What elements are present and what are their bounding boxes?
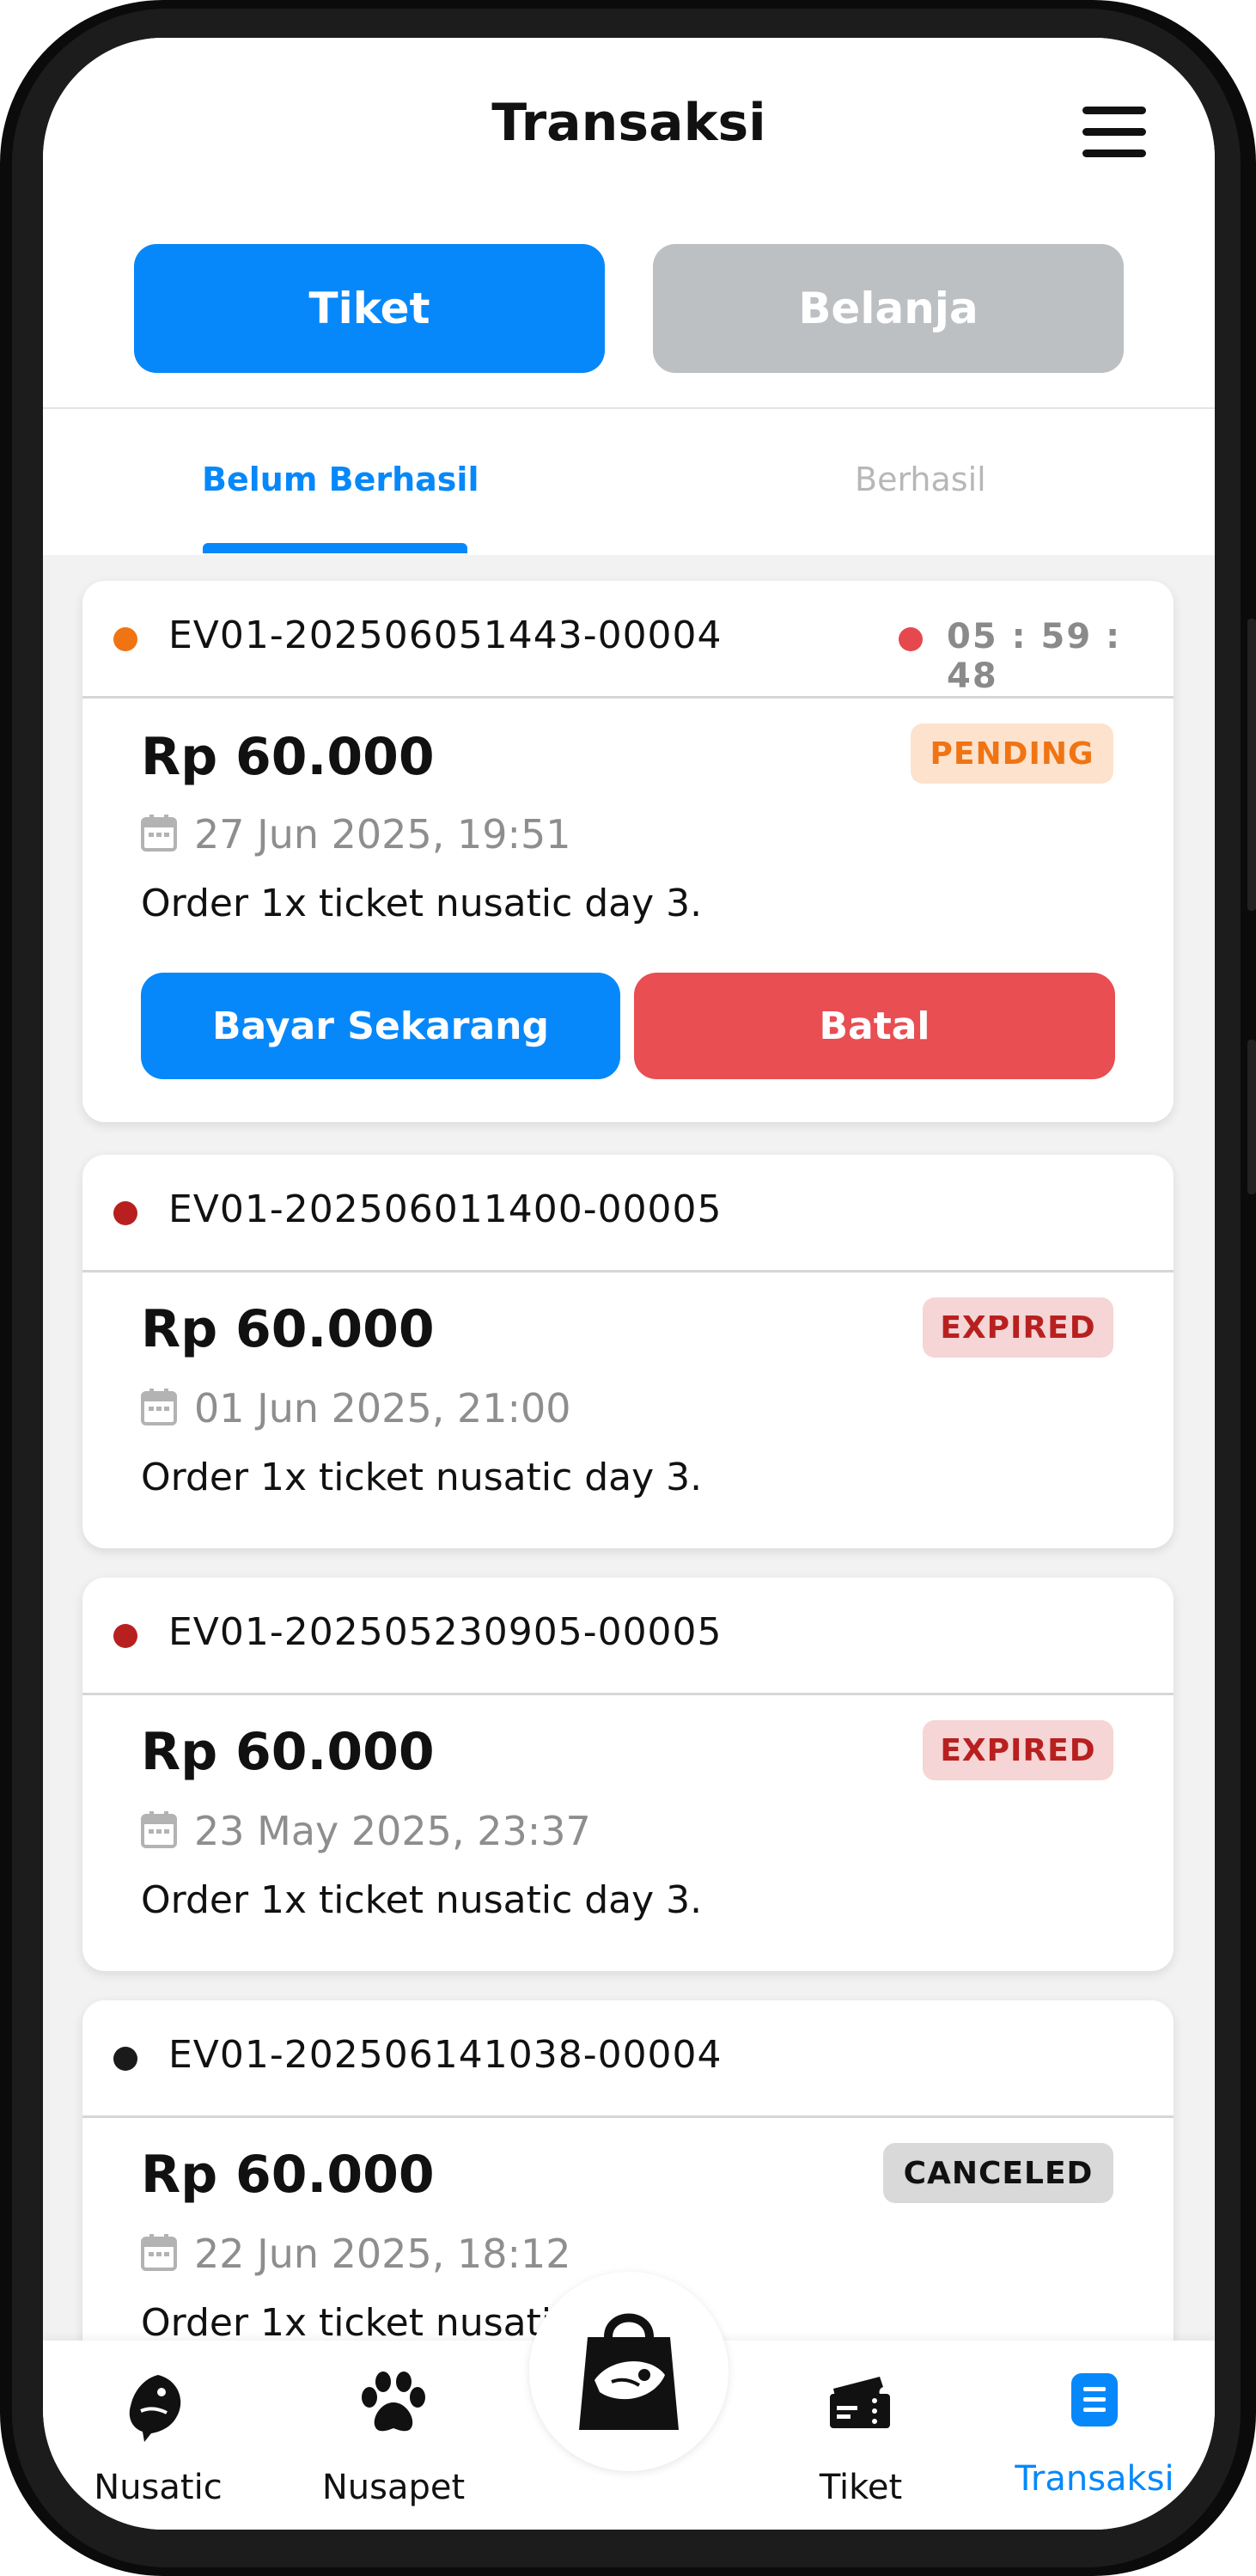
transaction-card[interactable]: EV01-202506051443-00004 05 : 59 : 48 Rp …: [82, 581, 1174, 1122]
price: Rp 60.000: [141, 1722, 435, 1782]
app-screen: Transaksi Tiket Belanja Belum Berhasil B…: [43, 38, 1215, 2530]
status-badge: PENDING: [911, 723, 1113, 784]
nav-center-shop-button[interactable]: [529, 2272, 729, 2471]
order-id: EV01-202506011400-00005: [168, 1187, 723, 1231]
price: Rp 60.000: [141, 2145, 435, 2205]
segment-tiket[interactable]: Tiket: [134, 244, 605, 373]
hamburger-menu-icon[interactable]: [1082, 107, 1146, 158]
status-badge: EXPIRED: [923, 1720, 1113, 1780]
status-dot: [113, 627, 137, 651]
status-tabs: Belum Berhasil Berhasil: [43, 409, 1215, 555]
order-date: 23 May 2025, 23:37: [194, 1808, 591, 1854]
cancel-button[interactable]: Batal: [634, 973, 1115, 1079]
date-row: 01 Jun 2025, 21:00: [141, 1385, 571, 1435]
segment-belanja[interactable]: Belanja: [653, 244, 1124, 373]
nav-item-tiket[interactable]: Tiket: [766, 2341, 955, 2530]
date-row: 27 Jun 2025, 19:51: [141, 811, 571, 861]
price: Rp 60.000: [141, 1299, 435, 1359]
status-dot: [113, 1201, 137, 1225]
active-tab-indicator: [203, 543, 467, 553]
ticket-icon: [830, 2377, 890, 2428]
volume-button: [1247, 1040, 1256, 1194]
card-header: EV01-202506051443-00004 05 : 59 : 48: [82, 581, 1174, 699]
transaction-card[interactable]: EV01-202506011400-00005 Rp 60.000 EXPIRE…: [82, 1155, 1174, 1548]
calendar-icon: [141, 1810, 177, 1858]
card-header: EV01-202506011400-00005: [82, 1155, 1174, 1273]
nav-item-nusatic[interactable]: Nusatic: [64, 2341, 253, 2530]
calendar-icon: [141, 2233, 177, 2280]
nav-label: Nusapet: [321, 2468, 466, 2507]
countdown-timer: 05 : 59 : 48: [947, 617, 1122, 696]
pay-now-button[interactable]: Bayar Sekarang: [141, 973, 620, 1079]
price: Rp 60.000: [141, 727, 435, 787]
calendar-icon: [141, 814, 177, 861]
tab-berhasil[interactable]: Berhasil: [855, 461, 986, 498]
timer-dot: [899, 627, 923, 651]
order-id: EV01-202506051443-00004: [168, 613, 723, 657]
nav-label: Tiket: [819, 2468, 903, 2507]
document-icon: [1071, 2373, 1118, 2426]
power-button: [1247, 619, 1256, 911]
status-dot: [113, 2047, 137, 2071]
shopping-bag-fish-icon: [579, 2313, 679, 2430]
card-header: EV01-202505230905-00005: [82, 1578, 1174, 1695]
top-header: Transaksi Tiket Belanja: [43, 38, 1215, 409]
order-date: 22 Jun 2025, 18:12: [194, 2231, 571, 2277]
order-id: EV01-202505230905-00005: [168, 1610, 723, 1654]
order-date: 27 Jun 2025, 19:51: [194, 811, 571, 858]
paw-icon: [362, 2372, 425, 2432]
page-title: Transaksi: [491, 93, 766, 153]
phone-frame: Transaksi Tiket Belanja Belum Berhasil B…: [0, 0, 1256, 2576]
transaction-card[interactable]: EV01-202505230905-00005 Rp 60.000 EXPIRE…: [82, 1578, 1174, 1971]
date-row: 23 May 2025, 23:37: [141, 1808, 591, 1858]
order-date: 01 Jun 2025, 21:00: [194, 1385, 571, 1431]
fish-icon: [129, 2375, 181, 2442]
date-row: 22 Jun 2025, 18:12: [141, 2231, 571, 2280]
order-description: Order 1x ticket nusatic day 3.: [141, 1878, 703, 1922]
order-id: EV01-202506141038-00004: [168, 2033, 723, 2077]
nav-item-transaksi[interactable]: Transaksi: [1000, 2341, 1189, 2530]
order-description: Order 1x ticket nusatic day 3.: [141, 1456, 703, 1499]
card-header: EV01-202506141038-00004: [82, 2000, 1174, 2118]
nav-label: Nusatic: [94, 2468, 223, 2507]
status-badge: EXPIRED: [923, 1297, 1113, 1358]
status-badge: CANCELED: [883, 2143, 1113, 2203]
nav-label: Transaksi: [1015, 2459, 1174, 2499]
status-dot: [113, 1624, 137, 1648]
tab-belum-berhasil[interactable]: Belum Berhasil: [202, 461, 479, 498]
calendar-icon: [141, 1388, 177, 1435]
nav-item-nusapet[interactable]: Nusapet: [299, 2341, 488, 2530]
order-description: Order 1x ticket nusatic day 3.: [141, 882, 703, 925]
